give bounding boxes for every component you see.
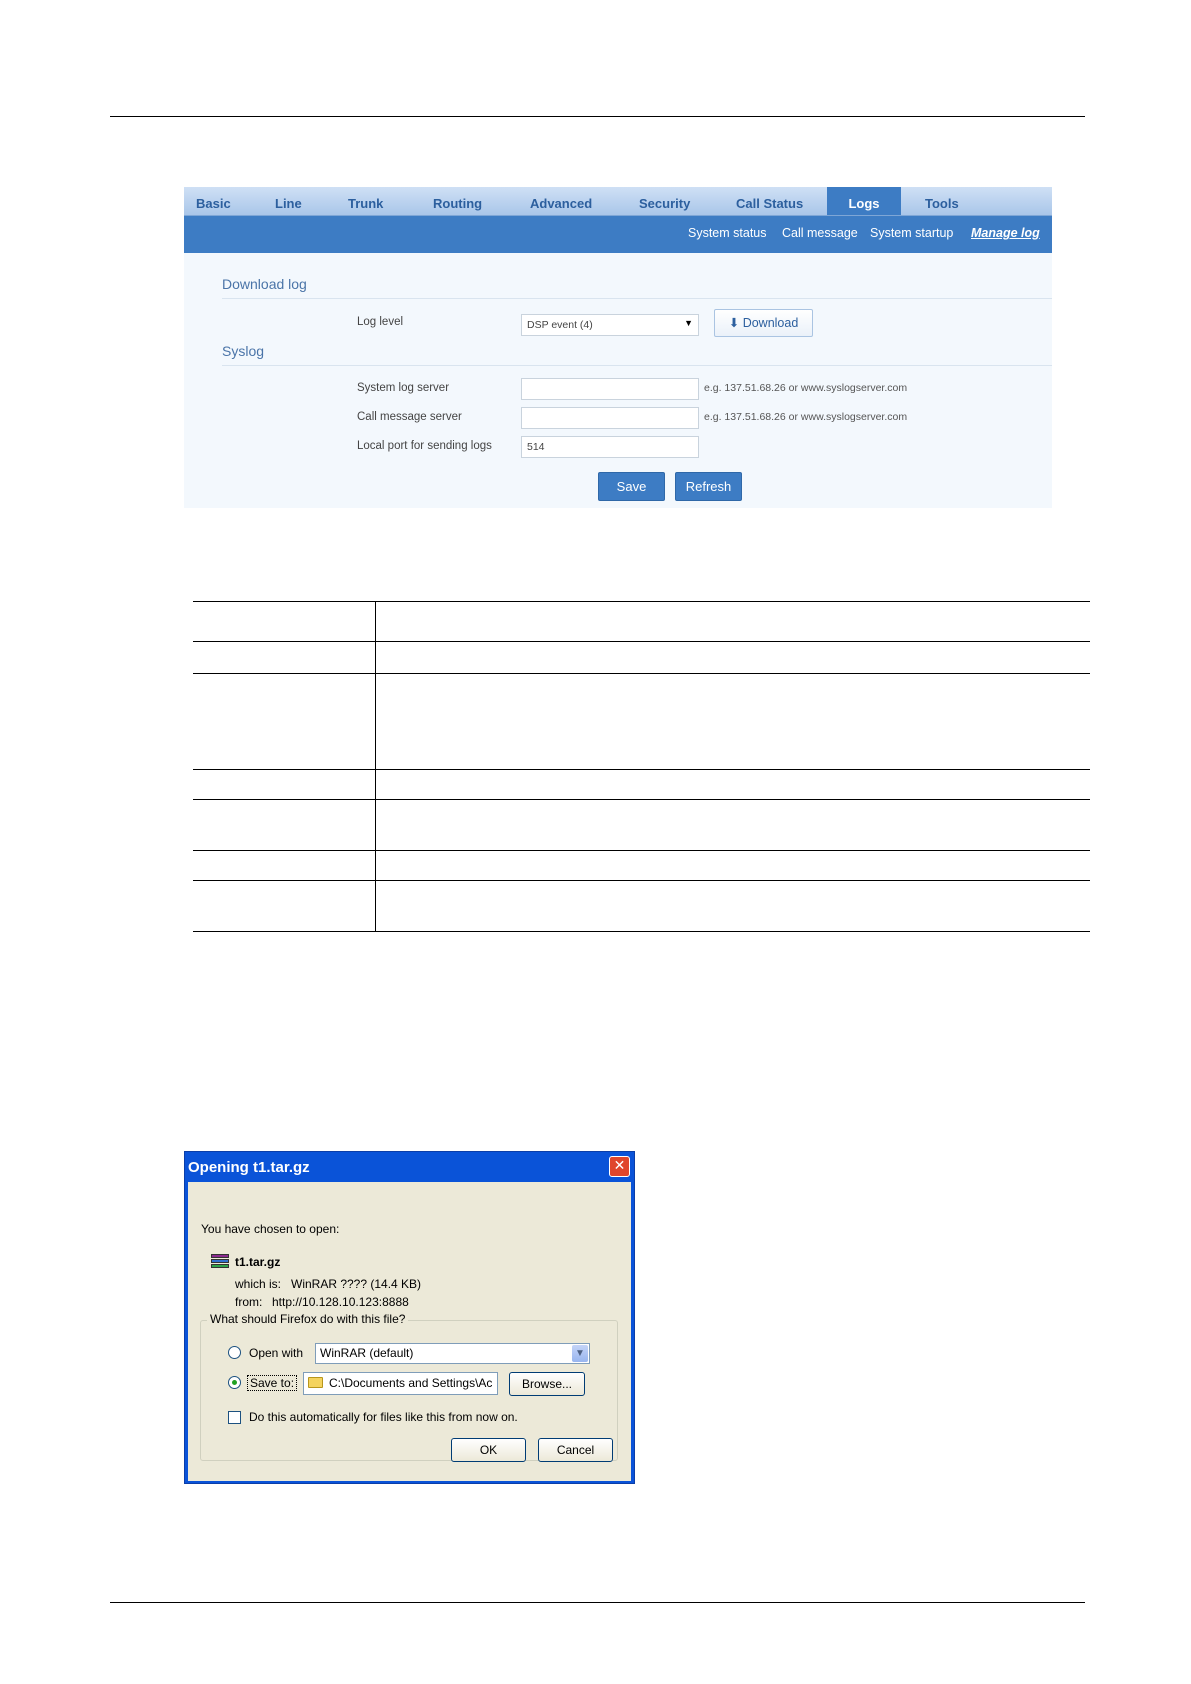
footer-rule bbox=[110, 1602, 1085, 1603]
call-message-server-input[interactable] bbox=[521, 407, 699, 429]
table-rule bbox=[193, 850, 1090, 851]
subtab-call-message[interactable]: Call message bbox=[782, 216, 858, 250]
file-source-label: from: bbox=[235, 1295, 263, 1309]
folder-icon bbox=[308, 1377, 323, 1388]
subtab-manage-log[interactable]: Manage log bbox=[971, 216, 1040, 250]
save-to-label[interactable]: Save to: bbox=[247, 1375, 298, 1391]
action-question: What should Firefox do with this file? bbox=[207, 1312, 409, 1326]
tab-routing[interactable]: Routing bbox=[433, 187, 482, 215]
save-to-value: C:\Documents and Settings\Ac bbox=[329, 1376, 493, 1390]
table-rule bbox=[193, 931, 1090, 932]
tab-line[interactable]: Line bbox=[275, 187, 302, 215]
logs-manage-panel: Basic Line Trunk Routing Advanced Securi… bbox=[184, 187, 1052, 508]
syslog-divider bbox=[222, 365, 1052, 366]
call-message-server-hint: e.g. 137.51.68.26 or www.syslogserver.co… bbox=[704, 411, 908, 423]
winrar-icon bbox=[211, 1254, 229, 1270]
download-log-divider bbox=[222, 298, 1052, 299]
close-icon[interactable]: ✕ bbox=[609, 1156, 630, 1177]
open-with-select[interactable]: WinRAR (default) ▼ bbox=[315, 1343, 590, 1364]
cancel-button[interactable]: Cancel bbox=[538, 1438, 613, 1462]
chevron-down-icon[interactable]: ▼ bbox=[572, 1345, 588, 1362]
open-with-radio[interactable] bbox=[228, 1346, 241, 1359]
dialog-body: You have chosen to open: t1.tar.gz which… bbox=[188, 1182, 631, 1481]
tab-advanced[interactable]: Advanced bbox=[530, 187, 592, 215]
log-level-select[interactable]: DSP event (4) ▼ bbox=[521, 314, 699, 336]
tab-tools[interactable]: Tools bbox=[925, 187, 959, 215]
file-type-value: WinRAR ???? (14.4 KB) bbox=[291, 1277, 422, 1291]
sub-tab-bar: System status Call message System startu… bbox=[184, 216, 1052, 253]
local-port-input[interactable]: 514 bbox=[521, 436, 699, 458]
tab-call-status[interactable]: Call Status bbox=[736, 187, 803, 215]
download-arrow-icon: ⬇ bbox=[728, 316, 740, 330]
auto-action-label[interactable]: Do this automatically for files like thi… bbox=[249, 1410, 518, 1424]
tab-basic[interactable]: Basic bbox=[196, 187, 231, 215]
call-message-server-label: Call message server bbox=[357, 411, 462, 423]
log-level-label: Log level bbox=[357, 316, 404, 328]
file-type-label: which is: bbox=[235, 1277, 282, 1291]
system-log-server-input[interactable] bbox=[521, 378, 699, 400]
local-port-label: Local port for sending logs bbox=[357, 440, 492, 452]
dialog-title: Opening t1.tar.gz bbox=[188, 1159, 310, 1176]
file-source-value: http://10.128.10.123:8888 bbox=[272, 1295, 409, 1309]
table-rule bbox=[193, 769, 1090, 770]
system-log-server-label: System log server bbox=[357, 382, 450, 394]
table-rule bbox=[193, 641, 1090, 642]
syslog-heading: Syslog bbox=[222, 343, 265, 359]
refresh-button[interactable]: Refresh bbox=[675, 472, 742, 501]
save-button[interactable]: Save bbox=[598, 472, 665, 501]
save-to-radio[interactable] bbox=[228, 1376, 241, 1389]
header-rule bbox=[110, 116, 1085, 117]
system-log-server-hint: e.g. 137.51.68.26 or www.syslogserver.co… bbox=[704, 382, 908, 394]
ok-button[interactable]: OK bbox=[451, 1438, 526, 1462]
save-to-path[interactable]: C:\Documents and Settings\Ac bbox=[303, 1372, 498, 1395]
table-rule bbox=[193, 673, 1090, 674]
table-rule bbox=[193, 880, 1090, 881]
tab-logs[interactable]: Logs bbox=[827, 187, 901, 215]
table-rule bbox=[193, 601, 1090, 602]
auto-action-checkbox[interactable] bbox=[228, 1411, 241, 1424]
open-with-label[interactable]: Open with bbox=[249, 1346, 303, 1360]
browse-button[interactable]: Browse... bbox=[509, 1372, 585, 1396]
main-tab-bar: Basic Line Trunk Routing Advanced Securi… bbox=[184, 187, 1052, 216]
download-button-label: Download bbox=[742, 316, 799, 330]
tab-trunk[interactable]: Trunk bbox=[348, 187, 383, 215]
download-log-heading: Download log bbox=[222, 276, 307, 292]
tab-security[interactable]: Security bbox=[639, 187, 690, 215]
download-button[interactable]: ⬇ Download bbox=[714, 309, 813, 337]
file-name: t1.tar.gz bbox=[235, 1255, 281, 1269]
subtab-system-startup[interactable]: System startup bbox=[870, 216, 953, 250]
dialog-intro: You have chosen to open: bbox=[201, 1222, 340, 1236]
table-rule bbox=[193, 799, 1090, 800]
subtab-system-status[interactable]: System status bbox=[688, 216, 767, 250]
table-column-divider bbox=[375, 601, 376, 931]
open-with-value: WinRAR (default) bbox=[320, 1346, 414, 1360]
dropdown-arrow-icon: ▼ bbox=[684, 318, 693, 328]
log-level-value: DSP event (4) bbox=[527, 319, 593, 331]
download-dialog: Opening t1.tar.gz ✕ You have chosen to o… bbox=[184, 1151, 635, 1484]
